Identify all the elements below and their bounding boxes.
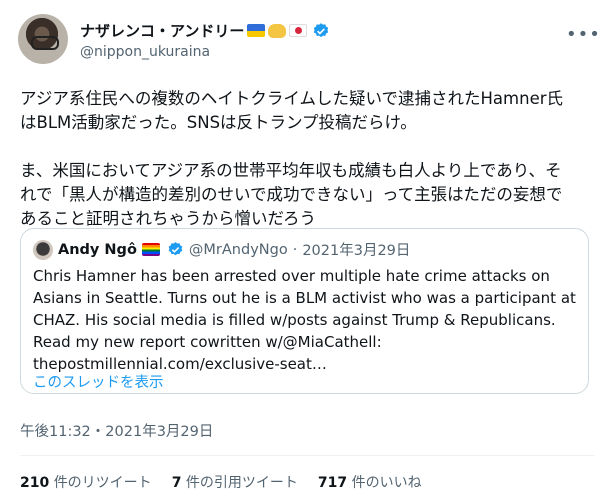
quoted-author-handle: @MrAndyNgo [188, 241, 288, 258]
likes-stat[interactable]: 717 件のいいね [318, 472, 422, 492]
quote-tweets-count: 7 [171, 475, 182, 491]
tweet-text: アジア系住民への複数のヘイトクライムした疑いで逮捕されたHamner氏 はBLM… [20, 89, 563, 228]
rainbow-flag-icon [141, 243, 160, 256]
author-handle[interactable]: @nippon_ukuraina [80, 44, 210, 60]
handshake-icon [268, 23, 287, 38]
author-name-row: ナザレンコ・アンドリー [80, 20, 330, 41]
quote-tweets-label: 件の引用ツイート [185, 475, 298, 491]
author-display-name[interactable]: ナザレンコ・アンドリー [80, 20, 244, 41]
quoted-tweet-card[interactable]: Andy Ngô @MrAndyNgo · 2021年3月29日 Chris H… [20, 228, 589, 394]
likes-label: 件のいいね [351, 475, 422, 491]
more-icon[interactable]: ••• [566, 24, 601, 45]
retweets-count: 210 [20, 475, 50, 491]
verified-icon [168, 242, 183, 256]
retweets-label: 件のリツイート [53, 475, 152, 491]
engagement-stats: 210 件のリツイート 7 件の引用ツイート 717 件のいいね [20, 472, 422, 492]
divider [20, 455, 595, 456]
quoted-author-name: Andy Ngô [58, 241, 137, 258]
quoted-tweet-header: Andy Ngô @MrAndyNgo · 2021年3月29日 [33, 239, 410, 260]
likes-count: 717 [317, 475, 348, 491]
quote-tweets-stat[interactable]: 7 件の引用ツイート [172, 472, 298, 492]
tweet-timestamp[interactable]: 午後11:32・2021年3月29日 [20, 420, 213, 441]
quoted-tweet-text: Chris Hamner has been arrested over mult… [33, 267, 576, 373]
show-thread-link[interactable]: このスレッドを表示 [33, 371, 164, 392]
ukraine-flag-icon [247, 24, 266, 37]
japan-flag-icon [289, 24, 308, 37]
retweets-stat[interactable]: 210 件のリツイート [20, 472, 152, 492]
author-avatar[interactable] [18, 14, 68, 64]
separator-dot: · [292, 241, 298, 258]
verified-icon [314, 22, 329, 37]
quoted-tweet-date: 2021年3月29日 [302, 243, 411, 259]
quoted-author-avatar [33, 239, 53, 260]
